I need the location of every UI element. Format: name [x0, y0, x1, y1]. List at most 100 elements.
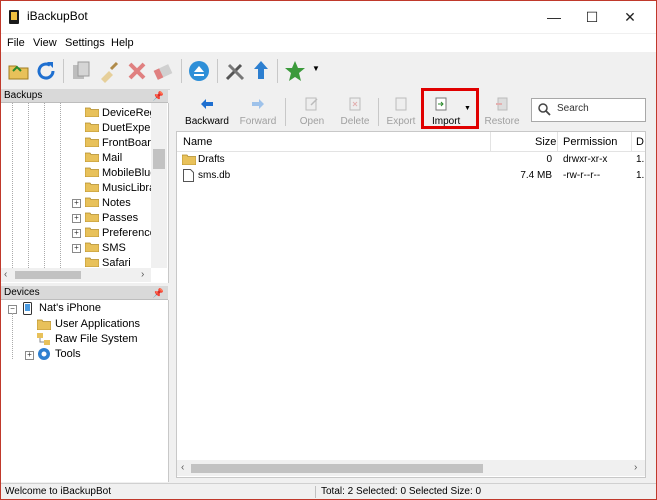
chevron-down-icon[interactable]: ▼ — [312, 64, 320, 73]
main-toolbar: ▼ — [1, 53, 656, 90]
scroll-left-icon[interactable]: ‹ — [181, 462, 184, 473]
delete-button[interactable]: Delete — [335, 97, 375, 127]
pin-icon[interactable]: 📌 — [153, 89, 164, 103]
file-name: sms.db — [198, 170, 231, 181]
pin-icon[interactable]: 📌 — [153, 286, 164, 300]
backward-button[interactable]: Backward — [183, 97, 231, 127]
file-name: Drafts — [198, 154, 225, 165]
folder-icon — [85, 212, 99, 222]
toolbar-separator — [285, 98, 286, 126]
menu-view[interactable]: View — [33, 37, 57, 49]
import-dropdown-icon[interactable]: ▼ — [464, 105, 471, 112]
backup-tree-item-label: Mail — [102, 152, 123, 164]
restore-button[interactable]: Restore — [482, 97, 522, 127]
eject-icon[interactable] — [187, 59, 211, 83]
menu-bar: File View Settings Help — [1, 34, 656, 52]
open-folder-icon[interactable] — [7, 59, 31, 83]
device-item-user-applications[interactable]: User Applications — [55, 317, 140, 332]
backups-horizontal-scrollbar[interactable]: ‹ › — [1, 268, 151, 282]
import-button[interactable]: ▼ Import — [425, 97, 475, 127]
backups-panel-title: Backups — [4, 90, 43, 101]
search-box[interactable]: Search — [531, 98, 646, 122]
open-label: Open — [299, 116, 325, 127]
upload-arrow-icon[interactable] — [249, 59, 273, 83]
toolbar-separator — [217, 59, 218, 83]
backup-tree-item[interactable]: SMS — [85, 241, 126, 256]
iphone-icon — [23, 302, 32, 315]
clean-icon[interactable] — [97, 59, 121, 83]
restore-label: Restore — [484, 116, 520, 127]
minimize-button[interactable]: — — [539, 7, 569, 27]
file-system-icon — [37, 333, 50, 345]
column-permission[interactable]: Permission — [563, 136, 617, 148]
folder-icon — [85, 152, 99, 162]
device-item-tools[interactable]: Tools — [55, 347, 81, 362]
tools-icon[interactable] — [223, 59, 247, 83]
devices-panel-header: Devices 📌 — [1, 286, 168, 300]
title-bar: iBackupBot — ☐ ✕ — [1, 1, 656, 33]
scroll-left-icon[interactable]: ‹ — [4, 269, 7, 280]
erase-icon[interactable] — [151, 59, 175, 83]
scroll-right-icon[interactable]: › — [141, 269, 144, 280]
backup-tree-item[interactable]: FrontBoard — [85, 136, 157, 151]
folder-icon — [85, 107, 99, 117]
menu-file[interactable]: File — [7, 37, 25, 49]
backup-tree-item[interactable]: Preferences — [85, 226, 161, 241]
column-date[interactable]: D — [636, 136, 644, 148]
expand-icon[interactable]: + — [72, 214, 81, 223]
expand-icon[interactable]: + — [72, 229, 81, 238]
open-file-icon — [305, 97, 318, 111]
device-name[interactable]: Nat's iPhone — [39, 301, 101, 316]
device-item-raw-file-system[interactable]: Raw File System — [55, 332, 138, 347]
file-list-horizontal-scrollbar[interactable]: ‹ › — [177, 460, 645, 476]
import-label: Import — [432, 116, 461, 127]
scroll-right-icon[interactable]: › — [634, 462, 637, 473]
backups-vertical-scrollbar[interactable] — [151, 103, 167, 268]
refresh-icon[interactable] — [34, 59, 58, 83]
menu-help[interactable]: Help — [111, 37, 134, 49]
folder-icon — [182, 154, 196, 165]
devices-tree: − Nat's iPhone User Applications Raw Fil… — [1, 300, 169, 482]
delete-label: Delete — [340, 116, 370, 127]
backup-tree-item[interactable]: Passes — [85, 211, 138, 226]
devices-panel-title: Devices — [4, 287, 40, 298]
file-date: 1. — [636, 154, 645, 165]
copy-icon[interactable] — [69, 59, 93, 83]
backward-label: Backward — [185, 116, 229, 127]
forward-label: Forward — [239, 116, 277, 127]
expand-icon[interactable]: + — [72, 199, 81, 208]
close-button[interactable]: ✕ — [615, 7, 645, 27]
table-row[interactable]: Drafts 0 drwxr-xr-x 1. — [177, 152, 645, 168]
gear-icon — [38, 348, 50, 360]
column-size[interactable]: Size — [535, 136, 556, 148]
file-icon — [183, 169, 194, 182]
backups-tree: DeviceRegis DuetExpertC FrontBoard Mail Mobi… — [1, 103, 169, 283]
backup-tree-item[interactable]: MusicLibrar — [85, 181, 159, 196]
scrollbar-thumb[interactable] — [191, 464, 483, 473]
app-window: iBackupBot — ☐ ✕ File View Settings Help — [0, 0, 657, 500]
file-date: 1. — [636, 170, 645, 181]
backups-panel-header: Backups 📌 — [1, 89, 168, 103]
toolbar-separator — [63, 59, 64, 83]
folder-icon — [85, 242, 99, 252]
open-button[interactable]: Open — [293, 97, 331, 127]
maximize-button[interactable]: ☐ — [577, 7, 607, 27]
backup-tree-item-label: Notes — [102, 197, 131, 209]
star-icon[interactable] — [283, 59, 307, 83]
export-button[interactable]: Export — [383, 97, 419, 127]
folder-icon — [85, 182, 99, 192]
backup-tree-item[interactable]: MobileBlue — [85, 166, 156, 181]
menu-settings[interactable]: Settings — [65, 37, 105, 49]
expand-icon[interactable]: + — [72, 244, 81, 253]
table-row[interactable]: sms.db 7.4 MB -rw-r--r-- 1. — [177, 168, 645, 184]
backup-tree-item[interactable]: Notes — [85, 196, 131, 211]
file-permission: -rw-r--r-- — [563, 170, 601, 181]
delete-file-icon — [349, 97, 361, 111]
backup-tree-item[interactable]: Mail — [85, 151, 122, 166]
scrollbar-thumb[interactable] — [153, 149, 165, 169]
forward-button[interactable]: Forward — [235, 97, 281, 127]
column-name[interactable]: Name — [183, 136, 212, 148]
scrollbar-thumb[interactable] — [15, 271, 81, 279]
delete-x-icon[interactable] — [125, 59, 149, 83]
expand-icon[interactable]: + — [25, 351, 34, 360]
